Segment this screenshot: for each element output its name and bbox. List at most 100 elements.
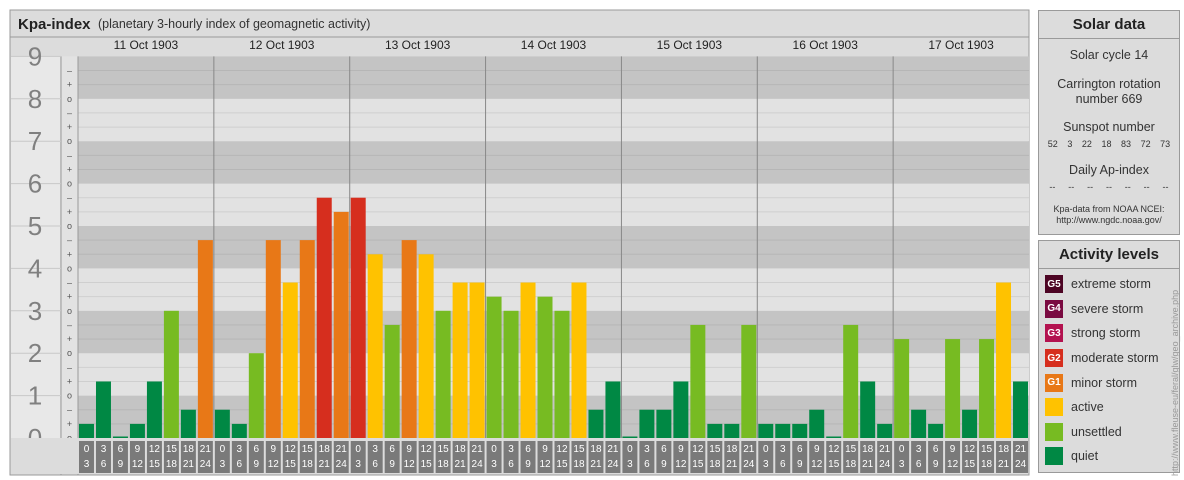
interval-end: 3 <box>491 459 497 470</box>
kpa-bar <box>843 324 859 438</box>
interval-start: 21 <box>200 444 212 455</box>
interval-end: 24 <box>336 459 348 470</box>
minor-tick-mark: o <box>67 391 72 401</box>
kpa-bar <box>775 423 791 438</box>
interval-end: 6 <box>237 459 243 470</box>
y-tick-label: 3 <box>28 296 42 326</box>
minor-tick-mark: – <box>67 66 72 76</box>
level-label: extreme storm <box>1071 277 1151 292</box>
interval-end: 6 <box>508 459 514 470</box>
kpa-bar <box>112 436 128 438</box>
interval-end: 6 <box>780 459 786 470</box>
day-label: 12 Oct 1903 <box>249 38 315 52</box>
interval-end: 15 <box>285 459 297 470</box>
y-tick-label: 9 <box>28 41 42 71</box>
minor-tick-mark: + <box>67 80 72 90</box>
interval-start: 18 <box>183 444 195 455</box>
minor-tick-mark: – <box>67 235 72 245</box>
kpa-bar <box>180 409 196 438</box>
interval-start: 9 <box>678 444 684 455</box>
kpa-bar <box>588 409 604 438</box>
plot-band <box>78 353 1029 396</box>
interval-end: 18 <box>845 459 857 470</box>
interval-end: 12 <box>539 459 551 470</box>
plot-band <box>78 183 1029 226</box>
level-label: moderate storm <box>1071 351 1159 366</box>
sunspot-value: 18 <box>1101 139 1112 149</box>
minor-tick-mark: o <box>67 94 72 104</box>
minor-tick-mark: – <box>67 405 72 415</box>
level-label: active <box>1071 400 1104 415</box>
interval-start: 6 <box>797 444 803 455</box>
kpa-bar <box>809 409 825 438</box>
sunspot-values: 52 3 22 18 83 72 73 <box>1039 139 1179 149</box>
interval-start: 0 <box>627 444 633 455</box>
minor-tick-mark: – <box>67 278 72 288</box>
interval-end: 12 <box>947 459 959 470</box>
ap-values: -- -- -- -- -- -- -- <box>1039 182 1179 192</box>
minor-tick-mark: – <box>67 150 72 160</box>
kpa-bar <box>163 310 179 438</box>
activity-level-minor-storm: G1 minor storm <box>1039 370 1179 395</box>
kpa-bar <box>911 409 927 438</box>
activity-level-quiet: quiet <box>1039 444 1179 469</box>
interval-end: 18 <box>709 459 721 470</box>
minor-tick-mark: + <box>67 122 72 132</box>
minor-tick-mark: – <box>67 320 72 330</box>
interval-start: 21 <box>607 444 619 455</box>
interval-end: 15 <box>692 459 704 470</box>
interval-start: 3 <box>780 444 786 455</box>
interval-end: 12 <box>675 459 687 470</box>
interval-start: 9 <box>135 444 141 455</box>
interval-start: 15 <box>166 444 178 455</box>
plot-band <box>78 226 1029 269</box>
plot-band <box>78 56 1029 99</box>
ap-value: -- <box>1124 182 1131 192</box>
interval-end: 12 <box>132 459 144 470</box>
ap-label: Daily Ap-index <box>1069 163 1149 177</box>
interval-start: 0 <box>355 444 361 455</box>
ap-value: -- <box>1049 182 1056 192</box>
interval-end: 15 <box>421 459 433 470</box>
interval-start: 18 <box>998 444 1010 455</box>
interval-start: 15 <box>845 444 857 455</box>
carrington-line1: Carrington rotation <box>1057 77 1161 91</box>
minor-tick-mark: o <box>67 306 72 316</box>
day-label: 11 Oct 1903 <box>114 38 179 52</box>
interval-start: 12 <box>964 444 976 455</box>
kpa-bar <box>367 254 383 438</box>
kpa-bar <box>860 381 876 438</box>
interval-end: 3 <box>899 459 905 470</box>
credit-text: http://www.fleuse-eu/feral/glw/geo_archi… <box>1170 289 1180 476</box>
interval-end: 9 <box>525 459 531 470</box>
interval-start: 18 <box>455 444 467 455</box>
level-swatch: G2 <box>1045 349 1063 368</box>
kpa-bar <box>996 282 1012 438</box>
ap-value: -- <box>1105 182 1112 192</box>
minor-tick-mark: + <box>67 419 72 429</box>
sunspot-value: 73 <box>1160 139 1171 149</box>
kpa-bar <box>945 339 961 438</box>
y-tick-label: 5 <box>28 211 42 241</box>
interval-end: 9 <box>389 459 395 470</box>
minor-tick-mark: + <box>67 334 72 344</box>
kpa-bar <box>214 409 230 438</box>
activity-levels-list: G5 extreme storm G4 severe storm G3 strong st… <box>1039 269 1179 469</box>
kpa-bar <box>537 296 553 438</box>
kpa-bar <box>639 409 655 438</box>
interval-end: 3 <box>763 459 769 470</box>
interval-start: 6 <box>525 444 531 455</box>
day-label: 15 Oct 1903 <box>657 38 723 52</box>
interval-start: 18 <box>319 444 331 455</box>
y-tick-label: 4 <box>28 253 42 283</box>
interval-start: 6 <box>118 444 124 455</box>
kpa-bar <box>741 324 757 438</box>
y-tick-label: 8 <box>28 84 42 114</box>
minor-tick-mark: o <box>67 263 72 273</box>
solar-data-panel: Solar data Solar cycle 14 Carrington rot… <box>1038 10 1180 235</box>
minor-tick-mark: + <box>67 292 72 302</box>
y-tick-label: 6 <box>28 169 42 199</box>
kpa-bar <box>656 409 672 438</box>
interval-end: 3 <box>220 459 226 470</box>
interval-end: 9 <box>118 459 124 470</box>
